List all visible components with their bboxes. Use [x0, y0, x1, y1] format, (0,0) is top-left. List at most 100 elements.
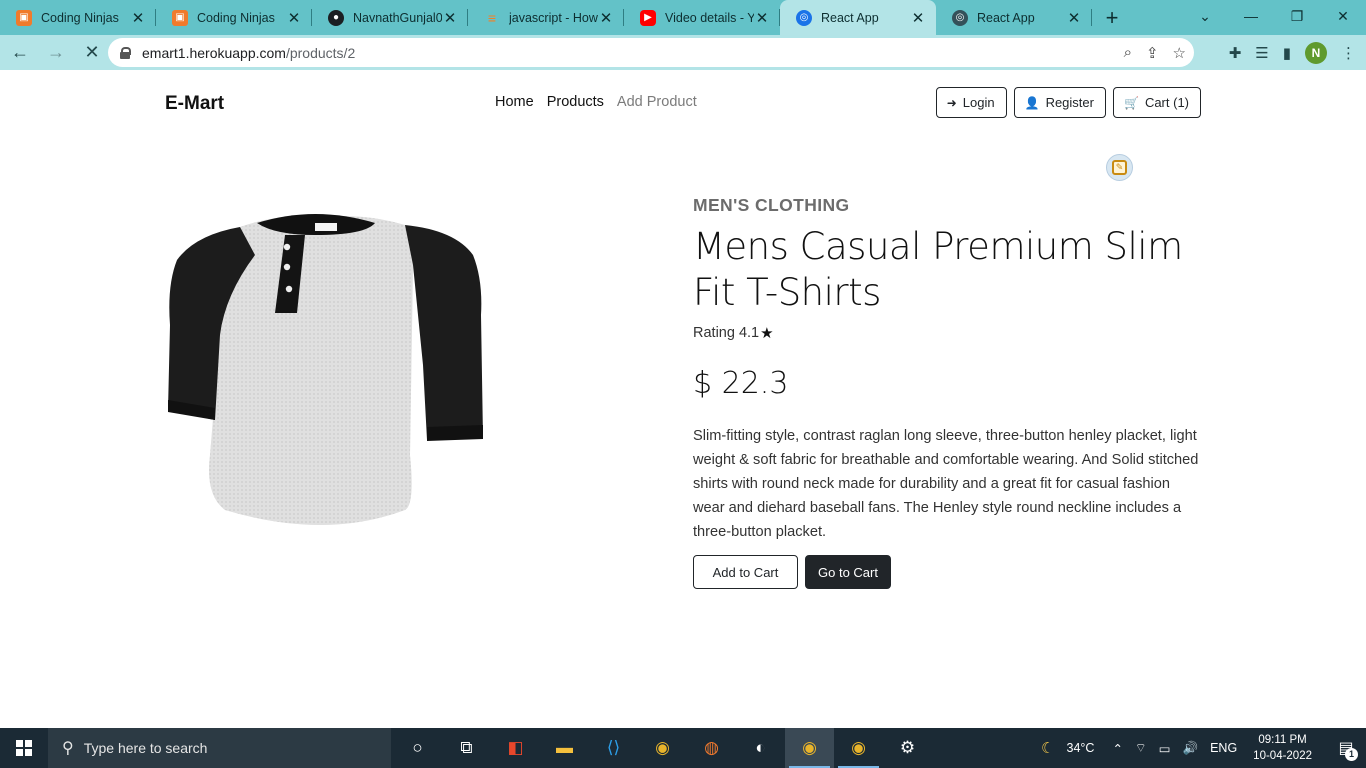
chrome-profile-2-icon[interactable]: ◉ — [834, 728, 883, 768]
start-button[interactable] — [0, 728, 48, 768]
close-tab-icon[interactable]: ✕ — [754, 9, 770, 27]
address-bar[interactable]: emart1.herokuapp.com/products/2 ⌕ ⇪ ☆ — [108, 38, 1194, 67]
product-rating: Rating 4.1 ★ — [693, 324, 774, 342]
clock-time: 09:11 PM — [1258, 734, 1307, 746]
notification-count: 1 — [1345, 748, 1358, 761]
zoom-search-icon[interactable]: ⌕ — [1124, 44, 1132, 61]
raglan-tshirt-image — [168, 214, 483, 525]
pencil-icon: ✎ — [1112, 160, 1127, 175]
weather-temp[interactable]: 34°C — [1067, 741, 1095, 755]
register-button[interactable]: 👤 Register — [1013, 87, 1106, 118]
close-tab-icon[interactable]: ✕ — [286, 9, 302, 27]
register-label: Register — [1045, 95, 1094, 110]
firefox-icon[interactable]: ◍ — [687, 728, 736, 768]
url-host: emart1.herokuapp.com — [142, 44, 286, 61]
windows-taskbar: ⚲ Type here to search ○ ⧉ ◧ ▬ ⟨⟩ ◉ ◍ ◐ ◉… — [0, 728, 1366, 768]
coding-ninjas-icon: ▣ — [172, 9, 188, 26]
settings-gear-icon[interactable]: ⚙ — [883, 728, 932, 768]
rating-text: Rating 4.1 — [693, 325, 760, 341]
cart-icon: 🛒 — [1123, 95, 1139, 110]
reading-list-icon[interactable]: ☰ — [1255, 44, 1268, 62]
browser-tab[interactable]: ◎ React App ✕ — [936, 0, 1092, 35]
browser-tab[interactable]: ▶ Video details - Yo ✕ — [624, 0, 780, 35]
browser-tab-strip: ▣ Coding Ninjas ✕ ▣ Coding Ninjas ✕ ● Na… — [0, 0, 1366, 35]
file-explorer-icon[interactable]: ▬ — [540, 728, 589, 768]
clock[interactable]: 09:11 PM 10-04-2022 — [1253, 732, 1312, 764]
menu-kebab-icon[interactable]: ⋮ — [1341, 44, 1356, 62]
battery-icon[interactable]: ▭ — [1159, 741, 1171, 756]
product-category: MEN'S CLOTHING — [693, 195, 850, 215]
edit-extension-badge[interactable]: ✎ — [1106, 154, 1133, 181]
notification-center-icon[interactable]: ▤ 1 — [1326, 728, 1366, 768]
nav-add-product-link[interactable]: Add Product — [617, 94, 697, 110]
volume-icon[interactable]: 🔊 — [1183, 741, 1199, 756]
tray-chevron-icon[interactable]: ⌃ — [1112, 741, 1122, 756]
browser-tab[interactable]: ● NavnathGunjal07 ✕ — [312, 0, 468, 35]
stop-loading-icon[interactable]: ✕ — [76, 37, 108, 69]
tab-title: Coding Ninjas — [41, 10, 119, 25]
react-icon: ◎ — [796, 9, 812, 26]
login-label: Login — [962, 95, 995, 110]
close-window-icon[interactable]: ✕ — [1320, 0, 1366, 32]
nav-products-link[interactable]: Products — [547, 94, 604, 110]
star-icon: ★ — [760, 325, 774, 342]
close-tab-icon[interactable]: ✕ — [1066, 9, 1082, 27]
tab-title: React App — [821, 10, 879, 25]
profile-avatar[interactable]: N — [1305, 41, 1327, 64]
clock-date: 10-04-2022 — [1253, 750, 1312, 762]
site-navbar: E-Mart Home Products Add Product ➜ Login… — [0, 70, 1366, 136]
bookmark-star-icon[interactable]: ☆ — [1173, 44, 1186, 62]
brand-logo[interactable]: E-Mart — [165, 93, 224, 115]
sign-in-icon: ➜ — [946, 95, 957, 110]
close-tab-icon[interactable]: ✕ — [130, 9, 146, 27]
login-button[interactable]: ➜ Login — [935, 87, 1007, 118]
tab-search-icon[interactable]: ⌄ — [1182, 0, 1228, 32]
minimize-icon[interactable]: — — [1228, 0, 1274, 32]
extensions-icon[interactable]: ✚ — [1229, 44, 1242, 62]
share-icon[interactable]: ⇪ — [1146, 44, 1159, 62]
browser-tab[interactable]: ▣ Coding Ninjas ✕ — [0, 0, 156, 35]
stackoverflow-icon: ≡ — [487, 9, 497, 26]
browser-toolbar: ← → ✕ emart1.herokuapp.com/products/2 ⌕ … — [0, 35, 1366, 70]
tab-title: Coding Ninjas — [197, 10, 275, 25]
chrome-profile-icon[interactable]: ◉ — [785, 728, 834, 768]
product-title: Mens Casual Premium Slim Fit T-Shirts — [693, 225, 1183, 314]
wifi-icon[interactable]: ⌔ — [1135, 740, 1147, 756]
nav-links: Home Products Add Product — [495, 94, 697, 110]
new-tab-button[interactable]: + — [1092, 0, 1132, 35]
cart-button[interactable]: 🛒 Cart (1) — [1112, 87, 1201, 118]
forward-icon[interactable]: → — [40, 37, 72, 69]
tab-title: NavnathGunjal07 — [353, 10, 442, 25]
close-tab-icon[interactable]: ✕ — [442, 9, 458, 27]
cortana-icon[interactable]: ○ — [393, 728, 442, 768]
close-tab-icon[interactable]: ✕ — [910, 9, 926, 27]
go-to-cart-button[interactable]: Go to Cart — [805, 555, 891, 589]
taskbar-search[interactable]: ⚲ Type here to search — [48, 728, 391, 768]
tab-title: React App — [977, 10, 1035, 25]
back-icon[interactable]: ← — [4, 37, 36, 69]
office-icon[interactable]: ◧ — [491, 728, 540, 768]
vscode-icon[interactable]: ⟨⟩ — [589, 728, 638, 768]
browser-tab[interactable]: ≡ javascript - How ✕ — [468, 0, 624, 35]
lock-icon[interactable] — [120, 46, 131, 59]
nav-home-link[interactable]: Home — [495, 94, 534, 110]
cart-label: Cart (1) — [1144, 95, 1189, 110]
chrome-icon[interactable]: ◉ — [638, 728, 687, 768]
youtube-icon: ▶ — [640, 9, 656, 26]
close-tab-icon[interactable]: ✕ — [598, 9, 614, 27]
tab-title: Video details - Yo — [665, 10, 754, 25]
user-plus-icon: 👤 — [1024, 95, 1040, 110]
side-panel-icon[interactable]: ▮ — [1283, 44, 1291, 62]
browser-tab[interactable]: ▣ Coding Ninjas ✕ — [156, 0, 312, 35]
taskbar-search-placeholder: Type here to search — [83, 740, 208, 756]
obs-icon[interactable]: ◐ — [736, 728, 785, 768]
restore-icon[interactable]: ❐ — [1274, 0, 1320, 32]
add-to-cart-button[interactable]: Add to Cart — [693, 555, 798, 589]
coding-ninjas-icon: ▣ — [16, 9, 32, 26]
language-indicator[interactable]: ENG — [1210, 741, 1237, 755]
search-icon: ⚲ — [62, 740, 74, 757]
weather-moon-icon[interactable]: ☾ — [1041, 739, 1054, 757]
browser-tab-active[interactable]: ◎ React App ✕ — [780, 0, 936, 35]
task-view-icon[interactable]: ⧉ — [442, 728, 491, 768]
react-icon: ◎ — [952, 9, 968, 26]
